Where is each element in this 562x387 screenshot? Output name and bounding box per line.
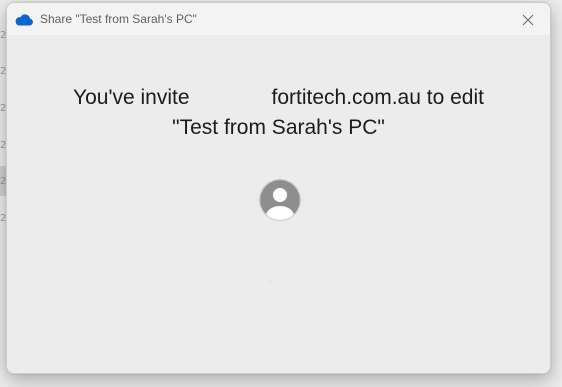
invite-message-line-1: You've invite fortitech.com.au to edit [27, 83, 530, 113]
share-dialog: Share "Test from Sarah's PC" You've invi… [6, 2, 551, 374]
avatar-icon [259, 179, 301, 221]
dialog-content: You've invite fortitech.com.au to edit "T… [7, 35, 550, 373]
dialog-titlebar: Share "Test from Sarah's PC" [7, 3, 550, 35]
redacted-email [189, 85, 272, 109]
close-button[interactable] [512, 7, 544, 33]
invite-message-line-2: "Test from Sarah's PC" [172, 116, 385, 139]
close-icon [522, 14, 534, 26]
loading-indicator [269, 281, 271, 282]
invite-message-prefix: You've invite [73, 86, 190, 109]
invite-message-suffix: fortitech.com.au to edit [271, 86, 484, 109]
cloud-icon [15, 14, 33, 26]
dialog-title: Share "Test from Sarah's PC" [40, 12, 197, 26]
invite-message: You've invite fortitech.com.au to edit "T… [27, 83, 530, 143]
